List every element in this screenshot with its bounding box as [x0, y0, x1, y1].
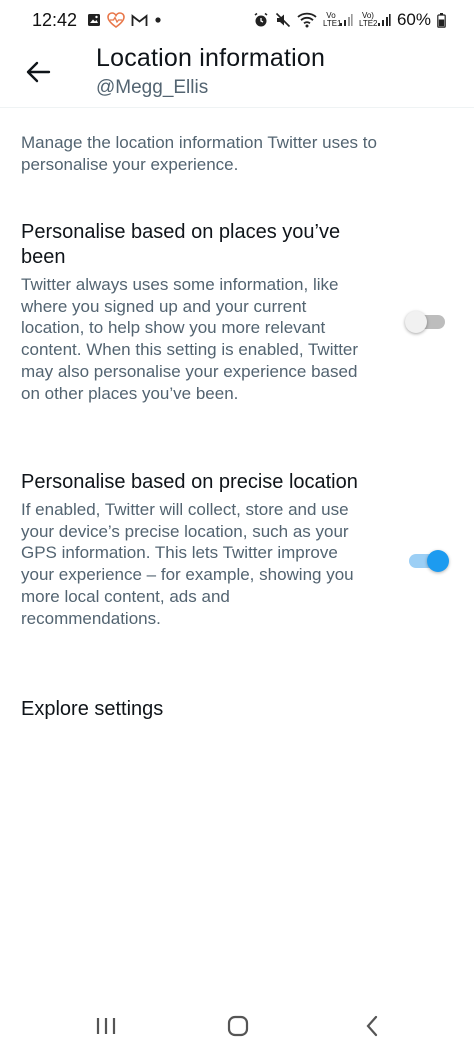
lte2-label: Vo) LTE2 — [358, 11, 378, 28]
back-button[interactable] — [20, 54, 56, 90]
back-icon — [366, 1015, 378, 1037]
account-handle: @Megg_Ellis — [96, 77, 209, 98]
dot-icon — [154, 16, 162, 24]
setting-precise-description: If enabled, Twitter will collect, store … — [21, 500, 354, 628]
wifi-icon — [297, 12, 317, 28]
precise-location-toggle[interactable] — [407, 550, 449, 572]
setting-places-title: Personalise based on places you’ve been — [21, 221, 341, 268]
toggle-knob — [427, 550, 449, 572]
mute-icon — [275, 12, 291, 28]
arrow-left-icon — [26, 61, 51, 83]
lte1-label: Vo LTE1 — [322, 11, 342, 28]
setting-precise-row[interactable]: Personalise based on precise location If… — [21, 470, 453, 629]
nav-back-button[interactable] — [352, 1008, 392, 1044]
status-time: 12:42 — [32, 9, 78, 30]
setting-places-description: Twitter always uses some information, li… — [21, 275, 359, 403]
intro-text: Manage the location information Twitter … — [21, 133, 377, 174]
battery-percent: 60% — [396, 10, 431, 29]
page-title: Location information — [96, 44, 326, 72]
explore-settings-link[interactable]: Explore settings — [21, 698, 163, 721]
gmail-icon — [131, 13, 148, 27]
toggle-knob — [405, 311, 427, 333]
image-icon — [87, 13, 101, 27]
recents-icon — [96, 1018, 116, 1034]
recents-button[interactable] — [86, 1008, 126, 1044]
battery-icon — [437, 12, 446, 28]
status-bar: 12:42 Vo LTE1 Vo) LTE2 60% — [0, 0, 474, 40]
lte1-signal-icon: Vo LTE1 — [323, 12, 353, 28]
setting-places-row[interactable]: Personalise based on places you’ve been … — [21, 220, 453, 404]
places-toggle[interactable] — [405, 311, 447, 333]
alarm-icon — [253, 12, 269, 28]
heart-rate-icon — [107, 12, 125, 28]
home-icon — [227, 1015, 249, 1037]
system-nav-bar — [0, 1000, 474, 1053]
setting-precise-title: Personalise based on precise location — [21, 471, 358, 493]
lte2-signal-icon: Vo) LTE2 — [359, 12, 391, 28]
app-header: Location information @Megg_Ellis — [0, 40, 474, 108]
home-button[interactable] — [218, 1008, 258, 1044]
